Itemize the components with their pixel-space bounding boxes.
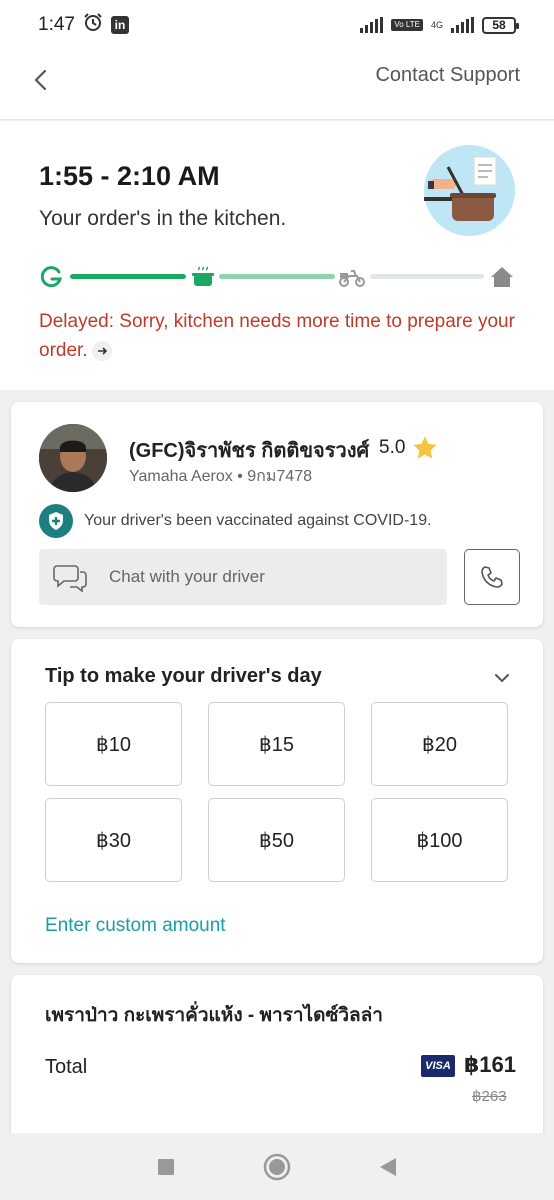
original-price: ฿263: [472, 1088, 507, 1105]
chat-placeholder: Chat with your driver: [109, 567, 265, 586]
kitchen-illustration: [424, 145, 515, 236]
eta-time: 1:55 - 2:10 AM: [39, 161, 220, 191]
linkedin-icon: in: [110, 16, 129, 34]
alarm-icon: [83, 12, 103, 38]
status-bar: 1:47 in Vo LTE 4G 58: [0, 0, 554, 50]
tip-option-100[interactable]: ฿100: [371, 798, 508, 882]
tip-title: Tip to make your driver's day: [45, 665, 322, 687]
vaccination-notice: Your driver's been vaccinated against CO…: [39, 504, 432, 538]
tip-card: Tip to make your driver's day ฿10 ฿15 ฿2…: [11, 639, 543, 963]
rating-value: 5.0: [379, 437, 406, 458]
chevron-left-icon: [34, 69, 47, 91]
volte-badge: Vo LTE: [391, 19, 423, 31]
progress-segment-2: [219, 274, 335, 279]
scooter-icon: [338, 265, 366, 289]
delay-message[interactable]: Delayed: Sorry, kitchen needs more time …: [39, 307, 519, 365]
grab-logo-icon: [40, 265, 64, 289]
shield-plus-icon: [39, 504, 73, 538]
progress-segment-1: [70, 274, 186, 279]
tip-option-30[interactable]: ฿30: [45, 798, 182, 882]
cooking-pot-icon: [191, 265, 215, 289]
tip-option-10[interactable]: ฿10: [45, 702, 182, 786]
battery-icon: 58: [482, 16, 519, 34]
home-icon: [490, 265, 514, 289]
tip-option-50[interactable]: ฿50: [208, 798, 345, 882]
clock-time: 1:47: [38, 14, 75, 35]
network-type: 4G: [430, 20, 443, 30]
back-nav-button[interactable]: [374, 1153, 402, 1181]
app-header: Contact Support: [0, 50, 554, 120]
driver-rating: 5.0: [379, 434, 439, 462]
tip-option-15[interactable]: ฿15: [208, 702, 345, 786]
chat-with-driver-button[interactable]: Chat with your driver: [39, 549, 447, 605]
visa-card-icon: VISA: [421, 1055, 455, 1077]
progress-segment-3: [370, 274, 484, 279]
avatar: [39, 424, 107, 492]
custom-amount-link[interactable]: Enter custom amount: [45, 915, 226, 937]
system-nav-bar: [0, 1133, 554, 1200]
circle-icon: [263, 1153, 291, 1180]
home-button[interactable]: [263, 1153, 291, 1181]
chat-bubble-icon: [53, 565, 87, 592]
call-driver-button[interactable]: [464, 549, 520, 605]
arrow-right-icon: [91, 340, 112, 361]
signal-icon: [360, 17, 384, 33]
back-button[interactable]: [28, 66, 56, 94]
driver-card: (GFC)จิราพัชร กิตติขจรวงศ์ 5.0 Yamaha Ae…: [11, 402, 543, 627]
signal-icon-2: [451, 17, 474, 33]
order-progress-tracker: [40, 262, 516, 292]
star-icon: [413, 436, 438, 459]
phone-icon: [481, 566, 503, 588]
tip-option-20[interactable]: ฿20: [371, 702, 508, 786]
recents-button[interactable]: [152, 1153, 180, 1181]
restaurant-name: เพราป่าว กะเพราคั่วแห้ง - พาราไดซ์วิลล่า: [45, 1005, 383, 1026]
vaccination-text: Your driver's been vaccinated against CO…: [84, 512, 432, 529]
triangle-back-icon: [380, 1157, 397, 1176]
tip-options: ฿10 ฿15 ฿20 ฿30 ฿50 ฿100: [45, 702, 508, 882]
square-icon: [157, 1158, 174, 1175]
chevron-down-icon[interactable]: [491, 667, 513, 689]
order-status-section: 1:55 - 2:10 AM Your order's in the kitch…: [0, 121, 554, 390]
order-status-text: Your order's in the kitchen.: [39, 207, 287, 230]
driver-name: (GFC)จิราพัชร กิตติขจรวงศ์: [129, 440, 370, 462]
total-price: ฿161: [464, 1052, 517, 1077]
contact-support-link[interactable]: Contact Support: [375, 64, 520, 87]
total-label: Total: [45, 1056, 88, 1078]
vehicle-info: Yamaha Aerox • 9กม7478: [129, 468, 312, 485]
